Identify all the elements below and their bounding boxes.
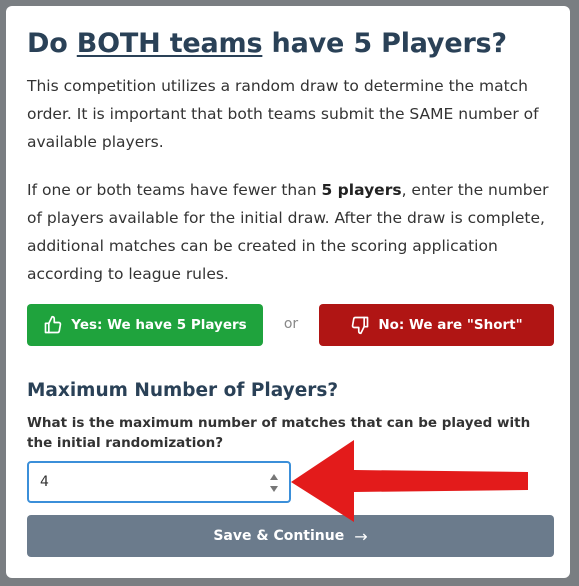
thumbs-down-icon <box>350 315 370 335</box>
max-players-input[interactable]: 4 <box>27 461 291 503</box>
no-button-label: No: We are "Short" <box>378 317 523 333</box>
paragraph2-bold: 5 players <box>321 181 402 199</box>
title-underlined: BOTH teams <box>76 28 263 59</box>
max-players-value: 4 <box>40 474 49 490</box>
title-suffix: have 5 Players? <box>262 28 508 59</box>
paragraph2-before: If one or both teams have fewer than <box>27 181 322 199</box>
right-arrow-icon: → <box>354 526 368 546</box>
number-spinner-icon[interactable] <box>269 472 279 494</box>
title-prefix: Do <box>27 28 77 59</box>
or-separator: or <box>283 316 299 332</box>
intro-paragraph: This competition utilizes a random draw … <box>27 77 539 151</box>
save-button-label: Save & Continue <box>213 528 345 544</box>
no-short-button[interactable]: No: We are "Short" <box>319 304 554 346</box>
max-players-heading: Maximum Number of Players? <box>27 380 339 401</box>
modal-title: Do BOTH teams have 5 Players? <box>27 28 507 59</box>
yes-button-label: Yes: We have 5 Players <box>71 317 247 333</box>
yes-five-players-button[interactable]: Yes: We have 5 Players <box>27 304 263 346</box>
short-team-paragraph: If one or both teams have fewer than 5 p… <box>27 176 555 288</box>
thumbs-up-icon <box>43 315 63 335</box>
red-arrow-annotation <box>291 440 528 522</box>
